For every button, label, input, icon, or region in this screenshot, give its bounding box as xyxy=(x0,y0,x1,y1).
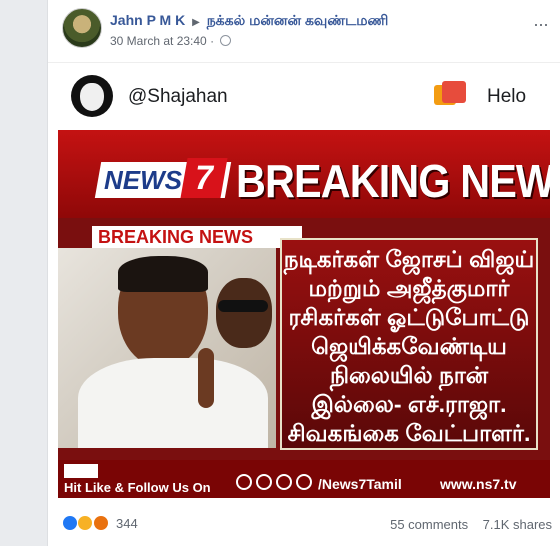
news-line-6: இல்லை- எச்.ராஜா. xyxy=(311,391,507,417)
social-icons xyxy=(236,474,316,495)
logo-seven-text: 7 xyxy=(180,158,228,198)
breaking-sub-label: BREAKING NEWS xyxy=(98,227,254,247)
group-name[interactable]: நக்கல் மன்னன் கவுண்டமணி xyxy=(207,12,389,28)
news-photo xyxy=(58,248,276,448)
news-line-1: நடிகர்கள் ஜோசப் விஜய் xyxy=(283,246,535,272)
post-image[interactable]: NEWS 7 BREAKING NEWS BREAKING NEWS நடிகர… xyxy=(58,130,550,498)
more-options-icon[interactable]: ··· xyxy=(533,14,549,35)
facebook-icon xyxy=(256,474,272,490)
globe-icon xyxy=(220,35,232,46)
post-card: Jahn P M K ▶ நக்கல் மன்னன் கவுண்டமணி 30 … xyxy=(47,0,560,546)
reaction-count[interactable]: 344 xyxy=(116,516,138,531)
news-text-box: நடிகர்கள் ஜோசப் விஜய் மற்றும் அஜீத்குமார… xyxy=(280,238,538,450)
shares-count[interactable]: 7.1K shares xyxy=(483,517,552,532)
website: www.ns7.tv xyxy=(440,476,517,492)
post-meta: 30 March at 23:40 · xyxy=(110,34,232,48)
author-avatar[interactable] xyxy=(62,8,102,48)
post-footer: 344 55 comments 7.1K shares xyxy=(62,515,552,537)
shared-app-label: Helo xyxy=(487,86,527,107)
shared-header: @Shajahan Helo xyxy=(48,62,560,126)
post-header: Jahn P M K ▶ நக்கல் மன்னன் கவுண்டமணி 30 … xyxy=(62,8,552,52)
news-line-4: ஜெயிக்கவேண்டிய xyxy=(311,333,507,359)
mask-icon xyxy=(80,83,104,111)
news-bottom-band: Hit Like & Follow Us On /News7Tamil www.… xyxy=(58,460,550,498)
breaking-sub-band: BREAKING NEWS xyxy=(92,226,302,248)
haha-reaction-icon xyxy=(77,515,94,531)
logo-news-text: NEWS xyxy=(104,165,182,195)
comments-count[interactable]: 55 comments xyxy=(390,517,468,532)
author-name[interactable]: Jahn P M K xyxy=(110,12,185,28)
twitter-icon xyxy=(236,474,252,490)
shared-avatar xyxy=(71,75,113,117)
news7-logo: NEWS 7 xyxy=(94,158,232,198)
arrow-right-icon: ▶ xyxy=(192,17,200,28)
small-logo xyxy=(64,464,98,478)
chat-bubbles-icon xyxy=(434,81,466,109)
news-line-7: சிவகங்கை வேட்பாளர். xyxy=(287,420,531,446)
shared-handle: @Shajahan xyxy=(128,86,228,107)
instagram-icon xyxy=(276,474,292,490)
news-line-2: மற்றும் அஜீத்குமார் xyxy=(308,275,510,301)
author-line: Jahn P M K ▶ நக்கல் மன்னன் கவுண்டமணி xyxy=(110,12,388,31)
breaking-headline: BREAKING NEWS xyxy=(236,155,550,207)
follow-text: Hit Like & Follow Us On xyxy=(64,480,211,495)
news-top-band: NEWS 7 BREAKING NEWS xyxy=(58,130,550,218)
reactions[interactable]: 344 xyxy=(62,515,138,531)
like-reaction-icon xyxy=(62,515,78,531)
post-timestamp[interactable]: 30 March at 23:40 xyxy=(110,34,207,48)
news-line-3: ரசிகர்கள் ஓட்டுபோட்டு xyxy=(288,304,530,330)
angry-reaction-icon xyxy=(92,515,109,531)
youtube-icon xyxy=(296,474,312,490)
engagement-counts: 55 comments 7.1K shares xyxy=(390,517,552,532)
news-line-5: நிலையில் நான் xyxy=(329,362,489,388)
social-handle: /News7Tamil xyxy=(318,476,402,492)
